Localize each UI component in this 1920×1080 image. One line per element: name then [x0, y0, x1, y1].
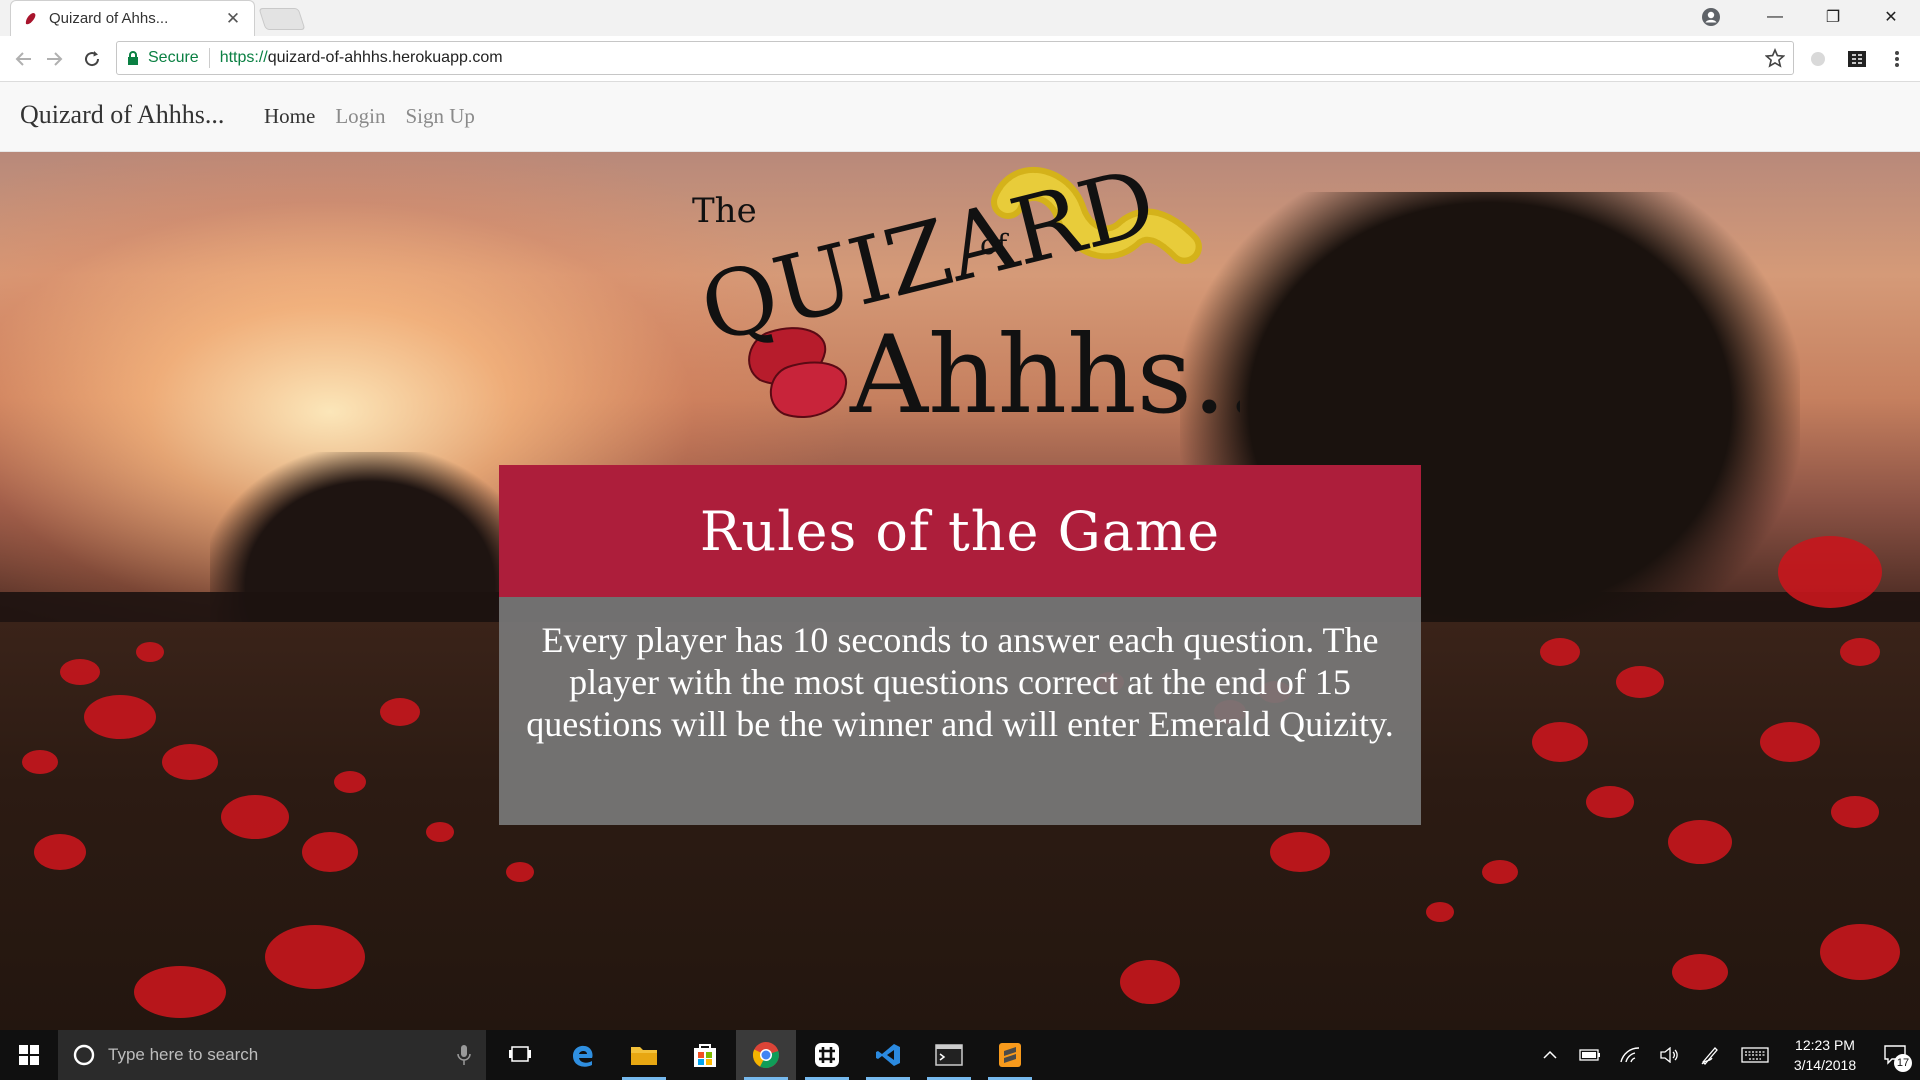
chrome-icon[interactable]	[736, 1030, 796, 1080]
clock-time: 12:23 PM	[1795, 1037, 1855, 1053]
browser-tabstrip: Quizard of Ahhs... ✕ — ❐ ✕	[0, 0, 1920, 36]
battery-icon[interactable]	[1570, 1030, 1610, 1080]
browser-tab[interactable]: Quizard of Ahhs... ✕	[10, 0, 255, 36]
url-scheme: https://	[219, 49, 268, 66]
poppy-field-background: The QUIZARD of Ahhhs... Rules of the Gam…	[0, 152, 1920, 1030]
wifi-icon[interactable]	[1610, 1030, 1650, 1080]
logo-word-of: of	[980, 228, 1010, 261]
address-bar[interactable]: Secure https:// quizard-of-ahhhs.herokua…	[116, 41, 1794, 75]
site-brand[interactable]: Quizard of Ahhhs...	[20, 100, 224, 130]
slack-icon[interactable]	[797, 1030, 857, 1080]
windows-start-icon[interactable]	[0, 1030, 58, 1080]
logo-word-the: The	[692, 191, 757, 231]
bookmark-star-icon[interactable]	[1765, 48, 1785, 68]
system-tray: 12:23 PM 3/14/2018 17	[1530, 1030, 1920, 1080]
restore-icon[interactable]: ❐	[1804, 0, 1862, 34]
address-separator	[208, 48, 210, 68]
tab-close-icon[interactable]: ✕	[224, 9, 242, 29]
new-tab-button[interactable]	[258, 8, 306, 30]
back-arrow-icon[interactable]	[10, 45, 38, 73]
microphone-icon[interactable]	[456, 1044, 472, 1066]
lock-icon	[128, 51, 138, 65]
clock-date: 3/14/2018	[1793, 1057, 1857, 1073]
ruby-slipper-favicon	[25, 12, 36, 24]
store-icon[interactable]	[675, 1030, 735, 1080]
forward-arrow-icon[interactable]	[40, 45, 68, 73]
touch-keyboard-icon[interactable]	[1730, 1030, 1780, 1080]
file-explorer-icon[interactable]	[614, 1030, 674, 1080]
windows-taskbar: Type here to search 12:23 PM 3/14/2018 1…	[0, 1030, 1920, 1080]
rules-card: Rules of the Game Every player has 10 se…	[499, 465, 1421, 825]
vscode-icon[interactable]	[858, 1030, 918, 1080]
nav-signup-link[interactable]: Sign Up	[406, 104, 475, 129]
rules-text: Every player has 10 seconds to answer ea…	[499, 597, 1421, 825]
logo-word-ahhhs: Ahhhs...	[849, 313, 1240, 438]
show-hidden-icons-chevron-icon[interactable]	[1530, 1030, 1570, 1080]
reader-extension-icon[interactable]	[1845, 47, 1869, 71]
taskbar-search[interactable]: Type here to search	[58, 1030, 486, 1080]
site-navbar: Quizard of Ahhhs... Home Login Sign Up	[0, 82, 1920, 152]
browser-toolbar: Secure https:// quizard-of-ahhhs.herokua…	[0, 36, 1920, 82]
window-controls: — ❐ ✕	[1746, 0, 1920, 34]
minimize-icon[interactable]: —	[1746, 0, 1804, 34]
reload-icon[interactable]	[78, 45, 106, 73]
tab-title: Quizard of Ahhs...	[49, 10, 169, 27]
quizard-logo: The QUIZARD of Ahhhs...	[691, 162, 1240, 438]
task-view-icon[interactable]	[490, 1030, 550, 1080]
close-window-icon[interactable]: ✕	[1862, 0, 1920, 34]
pen-ink-icon[interactable]	[1690, 1030, 1730, 1080]
secure-label: Secure	[148, 49, 199, 66]
action-center-icon[interactable]: 17	[1870, 1030, 1920, 1080]
notification-count-badge: 17	[1894, 1054, 1912, 1072]
nav-home-link[interactable]: Home	[264, 104, 315, 129]
terminal-icon[interactable]	[919, 1030, 979, 1080]
sublime-text-icon[interactable]	[980, 1030, 1040, 1080]
nav-links: Home Login Sign Up	[264, 104, 475, 129]
nav-login-link[interactable]: Login	[335, 104, 385, 129]
url-host: quizard-of-ahhhs.herokuapp.com	[267, 49, 503, 66]
profile-icon[interactable]	[1701, 7, 1721, 27]
cortana-icon	[73, 1044, 95, 1066]
search-placeholder: Type here to search	[108, 1045, 259, 1064]
chrome-menu-icon[interactable]	[1885, 47, 1909, 71]
rules-title: Rules of the Game	[499, 465, 1421, 597]
volume-icon[interactable]	[1650, 1030, 1690, 1080]
extension-icon[interactable]	[1806, 47, 1830, 71]
edge-browser-icon[interactable]	[553, 1030, 613, 1080]
taskbar-clock[interactable]: 12:23 PM 3/14/2018	[1780, 1035, 1870, 1075]
